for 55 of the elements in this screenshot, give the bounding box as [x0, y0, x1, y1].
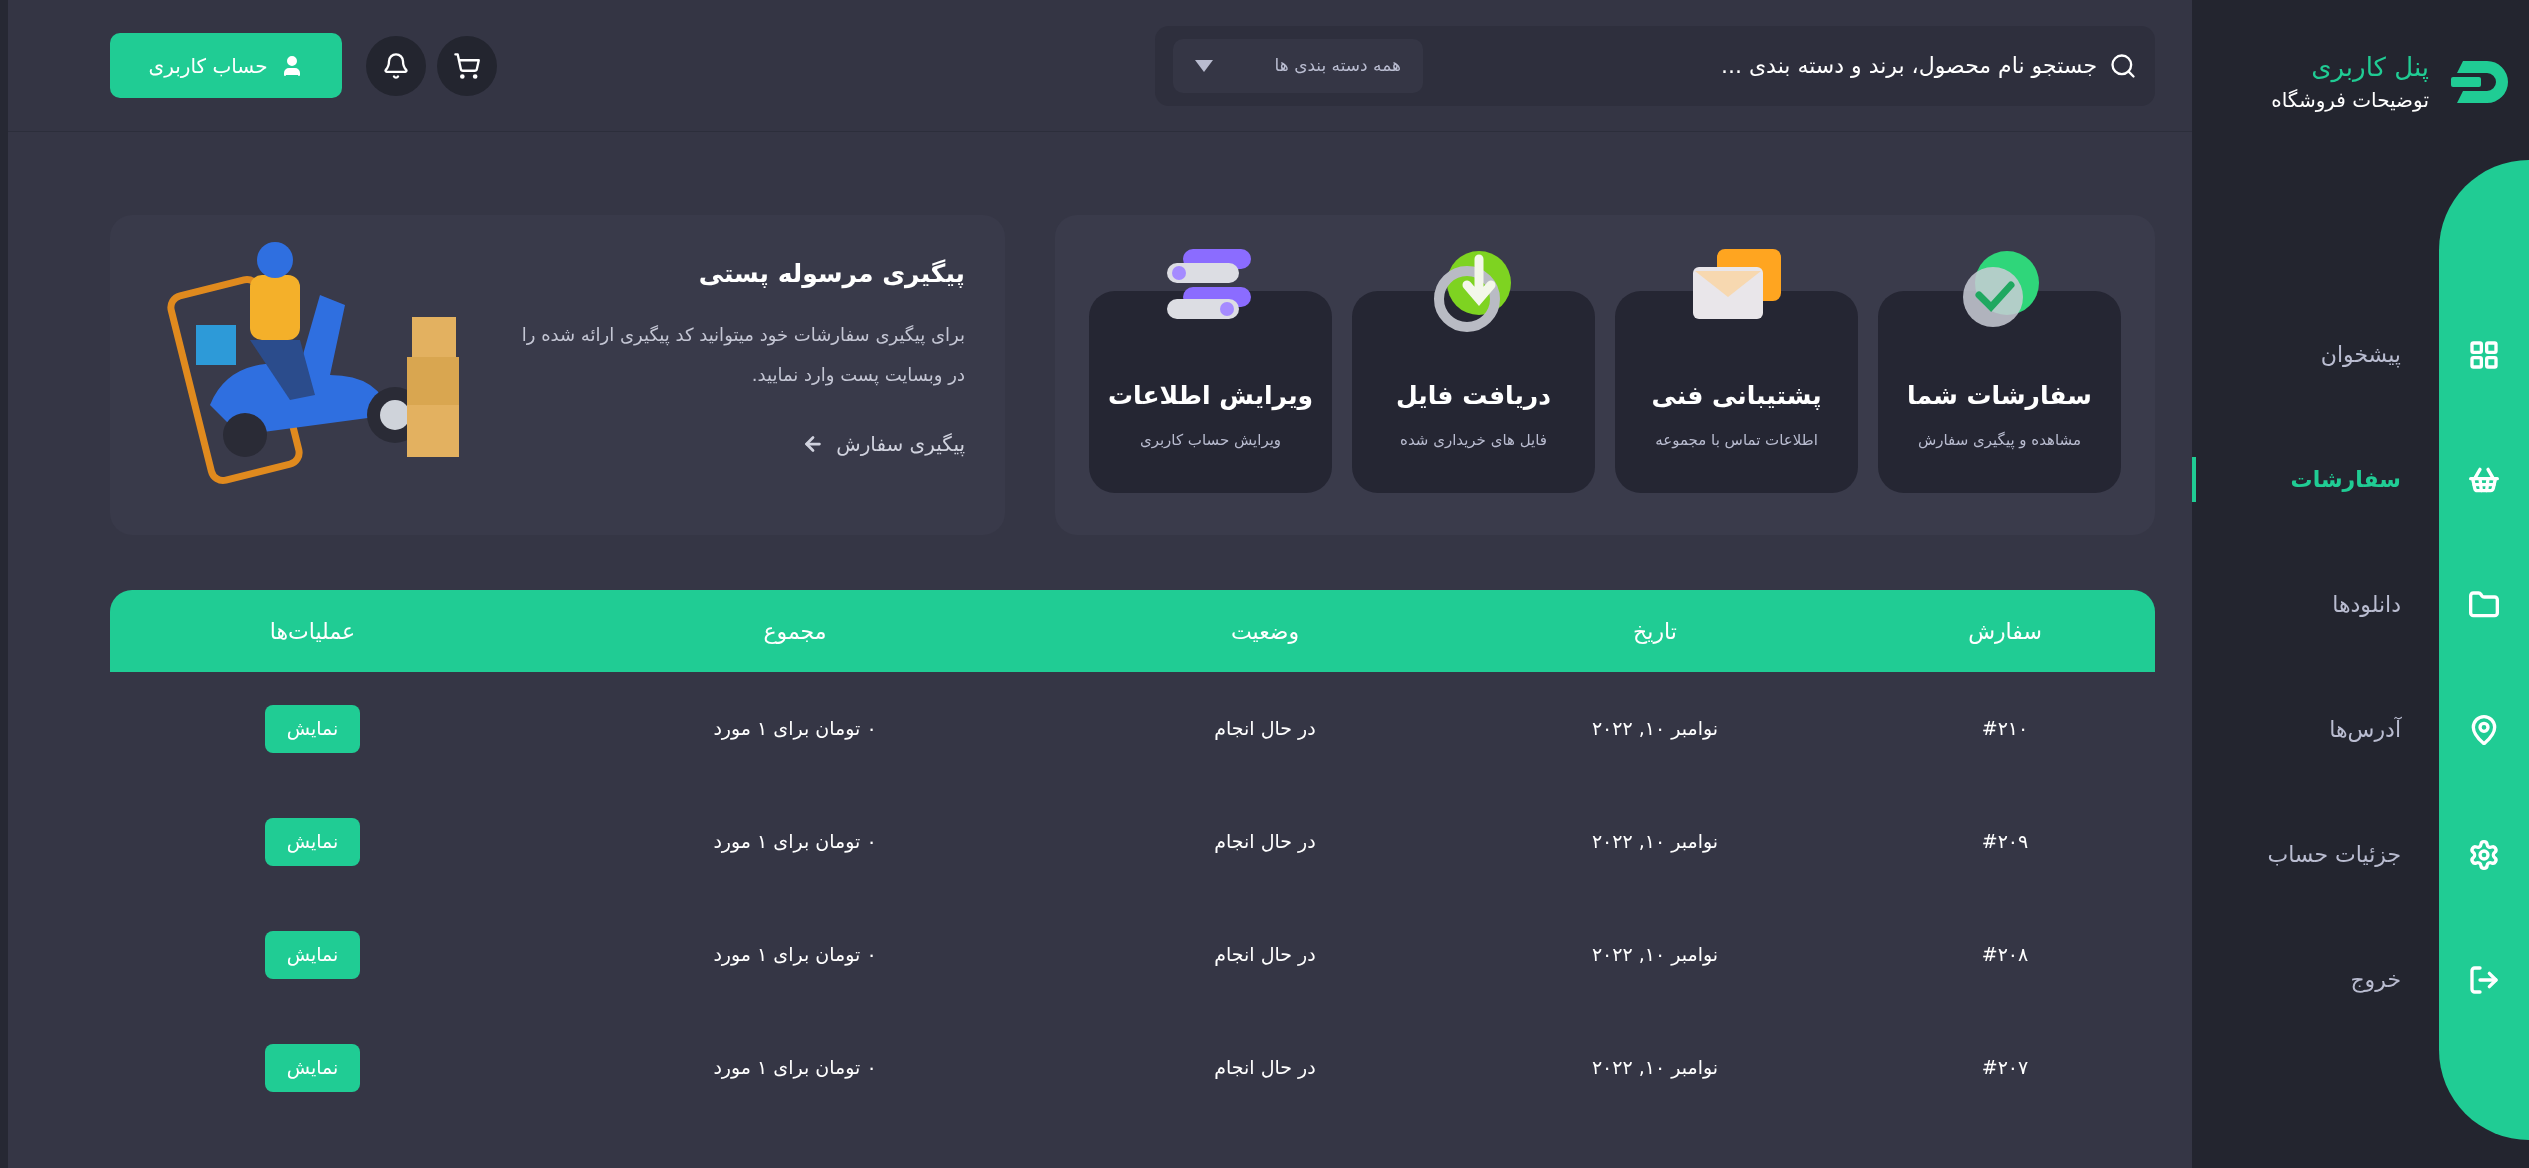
- nav-item[interactable]: دانلودها: [2192, 542, 2529, 667]
- order-number: #۲۰۷: [1980, 1055, 2030, 1081]
- card-subtitle: مشاهده و پیگیری سفارش: [1918, 429, 2081, 451]
- card-title: ویرایش اطلاعات: [1107, 380, 1314, 413]
- category-dropdown[interactable]: همه دسته بندی ها: [1173, 38, 1423, 93]
- card-subtitle: فایل های خریداری شده: [1400, 429, 1547, 451]
- nav-item[interactable]: سفارشات: [2192, 417, 2529, 542]
- nav-item[interactable]: آدرس‌ها: [2192, 667, 2529, 792]
- order-total: ۰ تومان برای ۱ مورد: [712, 1055, 878, 1081]
- cart-icon: [453, 51, 481, 80]
- search-bar[interactable]: جستجو نام محصول، برند و دسته بندی ... همه دسته بندی ها: [1155, 25, 2155, 106]
- caret-icon: [1195, 59, 1213, 72]
- column-header: سفارش: [1967, 617, 2043, 646]
- column-header: عملیات‌ها: [268, 617, 357, 646]
- order-status: در حال انجام: [1213, 1055, 1317, 1081]
- store-subtitle: توضیحات فروشگاه: [2271, 87, 2429, 113]
- card-title: سفارشات شما: [1907, 380, 2092, 412]
- order-total: ۰ تومان برای ۱ مورد: [712, 829, 878, 855]
- card-subtitle: ویرایش حساب کاربری: [1139, 429, 1282, 451]
- order-total: ۰ تومان برای ۱ مورد: [712, 716, 878, 742]
- order-number: #۲۱۰: [1980, 716, 2030, 742]
- order-status: در حال انجام: [1213, 716, 1317, 742]
- dashboard-icon: [2468, 338, 2500, 371]
- quick-link-card[interactable]: دریافت فایل فایل های خریداری شده: [1352, 291, 1595, 493]
- logout-icon: [2468, 963, 2500, 996]
- column-header: تاریخ: [1632, 617, 1678, 646]
- order-number: #۲۰۹: [1980, 829, 2030, 855]
- settings-icon: [2468, 838, 2500, 871]
- nav-item[interactable]: خروج: [2192, 917, 2529, 1042]
- tracking-link[interactable]: پیگیری سفارش: [515, 428, 965, 459]
- tracking-description: برای پیگیری سفارشات خود میتوانید کد پیگیری ارائه شده را در وبسایت پست وارد نمایید.: [520, 322, 965, 388]
- nav-item[interactable]: پیشخوان: [2192, 292, 2529, 417]
- nav-item[interactable]: جزئیات حساب: [2192, 792, 2529, 917]
- card-title: دریافت فایل: [1396, 380, 1551, 412]
- order-total: ۰ تومان برای ۱ مورد: [712, 942, 878, 968]
- order-date: نوامبر ۱۰, ۲۰۲۲: [1590, 716, 1720, 742]
- order-date: نوامبر ۱۰, ۲۰۲۲: [1590, 942, 1720, 968]
- search-icon: [2109, 51, 2137, 80]
- card-title: پشتیبانی فنی: [1651, 380, 1822, 412]
- bell-icon: [382, 51, 410, 80]
- search-field[interactable]: جستجو نام محصول، برند و دسته بندی ...: [1537, 49, 2097, 82]
- order-number: #۲۰۸: [1980, 942, 2030, 968]
- quick-link-card[interactable]: سفارشات شما مشاهده و پیگیری سفارش: [1878, 291, 2121, 493]
- order-date: نوامبر ۱۰, ۲۰۲۲: [1590, 829, 1720, 855]
- column-header: مجموع: [762, 617, 828, 646]
- quick-link-card[interactable]: ویرایش اطلاعات ویرایش حساب کاربری: [1089, 291, 1332, 493]
- order-status: در حال انجام: [1213, 942, 1317, 968]
- quick-link-card[interactable]: پشتیبانی فنی اطلاعات تماس با مجموعه: [1615, 291, 1858, 493]
- tracking-title: پیگیری مرسوله پستی: [697, 258, 965, 291]
- card-subtitle: اطلاعات تماس با مجموعه: [1655, 429, 1818, 451]
- order-status: در حال انجام: [1213, 829, 1317, 855]
- order-date: نوامبر ۱۰, ۲۰۲۲: [1590, 1055, 1720, 1081]
- panel-title: پنل کاربری: [2310, 51, 2429, 84]
- active-indicator: [2192, 457, 2196, 502]
- column-header: وضعیت: [1229, 617, 1301, 646]
